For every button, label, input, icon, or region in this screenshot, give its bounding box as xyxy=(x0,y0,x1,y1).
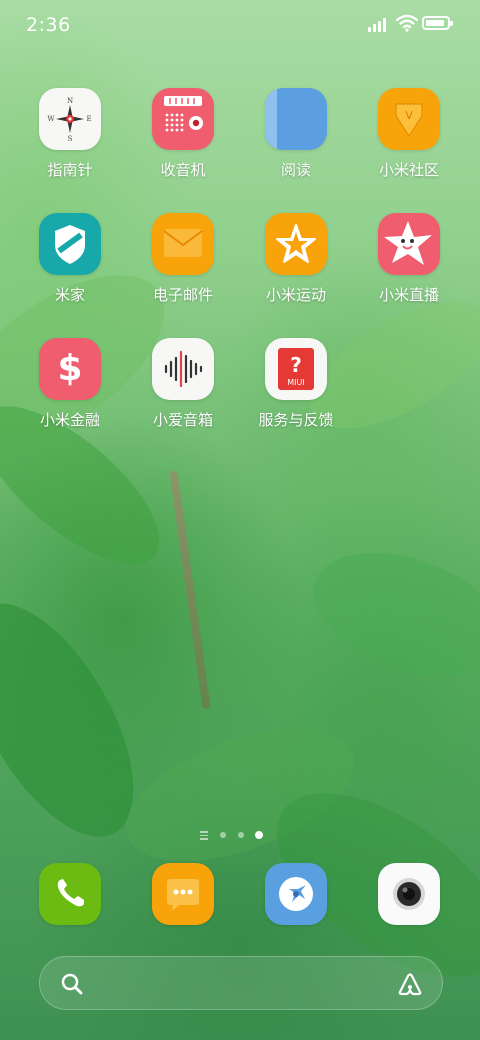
app-radio[interactable]: 收音机 xyxy=(128,88,238,198)
app-reader[interactable]: 阅读 xyxy=(241,88,351,198)
app-label: 电子邮件 xyxy=(152,286,213,304)
service-feedback-icon: ? MIUI xyxy=(265,338,327,400)
app-email[interactable]: 电子邮件 xyxy=(128,213,238,323)
app-service-feedback[interactable]: ? MIUI 服务与反馈 xyxy=(241,338,351,448)
radio-icon xyxy=(152,88,214,150)
page-dot[interactable] xyxy=(238,832,244,838)
app-mi-finance[interactable]: $ 小米金融 xyxy=(15,338,125,448)
svg-text:S: S xyxy=(68,135,73,143)
cellular-signal-icon xyxy=(368,16,390,32)
app-label: 服务与反馈 xyxy=(258,411,334,429)
search-icon[interactable] xyxy=(60,972,84,996)
app-label: 收音机 xyxy=(160,161,206,179)
status-bar: 2:36 xyxy=(0,0,480,50)
mi-community-icon: V xyxy=(378,88,440,150)
svg-text:W: W xyxy=(47,115,55,123)
star-face-icon xyxy=(378,213,440,275)
app-label: 指南针 xyxy=(47,161,93,179)
assistant-icon[interactable] xyxy=(396,970,424,998)
browser-icon[interactable] xyxy=(265,863,327,925)
app-mijia[interactable]: 米家 xyxy=(15,213,125,323)
app-label: 阅读 xyxy=(280,161,311,179)
book-icon xyxy=(265,88,327,150)
svg-text:E: E xyxy=(86,115,91,123)
svg-text:MIUI: MIUI xyxy=(287,378,304,387)
app-label: 小爱音箱 xyxy=(152,411,213,429)
search-bar[interactable] xyxy=(39,956,443,1010)
battery-icon xyxy=(422,16,453,30)
app-compass[interactable]: N S E W 指南针 xyxy=(15,88,125,198)
soundwave-icon xyxy=(152,338,214,400)
app-mi-live[interactable]: 小米直播 xyxy=(354,213,464,323)
star-badge-icon xyxy=(265,213,327,275)
page-menu-icon[interactable] xyxy=(200,831,208,840)
page-dot[interactable] xyxy=(220,832,226,838)
camera-icon[interactable] xyxy=(378,863,440,925)
page-indicator xyxy=(200,830,280,842)
svg-text:V: V xyxy=(405,109,413,122)
app-mi-fit[interactable]: 小米运动 xyxy=(241,213,351,323)
app-label: 米家 xyxy=(54,286,85,304)
app-mi-community[interactable]: V 小米社区 xyxy=(354,88,464,198)
page-dot-active[interactable] xyxy=(255,831,263,839)
app-xiaoai-speaker[interactable]: 小爱音箱 xyxy=(128,338,238,448)
app-label: 小米运动 xyxy=(265,286,326,304)
mijia-shield-icon xyxy=(39,213,101,275)
app-label: 小米社区 xyxy=(378,161,439,179)
svg-text:?: ? xyxy=(290,353,302,377)
email-icon xyxy=(152,213,214,275)
svg-text:N: N xyxy=(67,97,73,105)
dollar-icon: $ xyxy=(39,338,101,400)
app-label: 小米金融 xyxy=(39,411,100,429)
app-label: 小米直播 xyxy=(378,286,439,304)
status-time: 2:36 xyxy=(26,14,71,36)
messages-icon[interactable] xyxy=(152,863,214,925)
compass-icon: N S E W xyxy=(39,88,101,150)
phone-icon[interactable] xyxy=(39,863,101,925)
wifi-icon xyxy=(396,14,418,32)
